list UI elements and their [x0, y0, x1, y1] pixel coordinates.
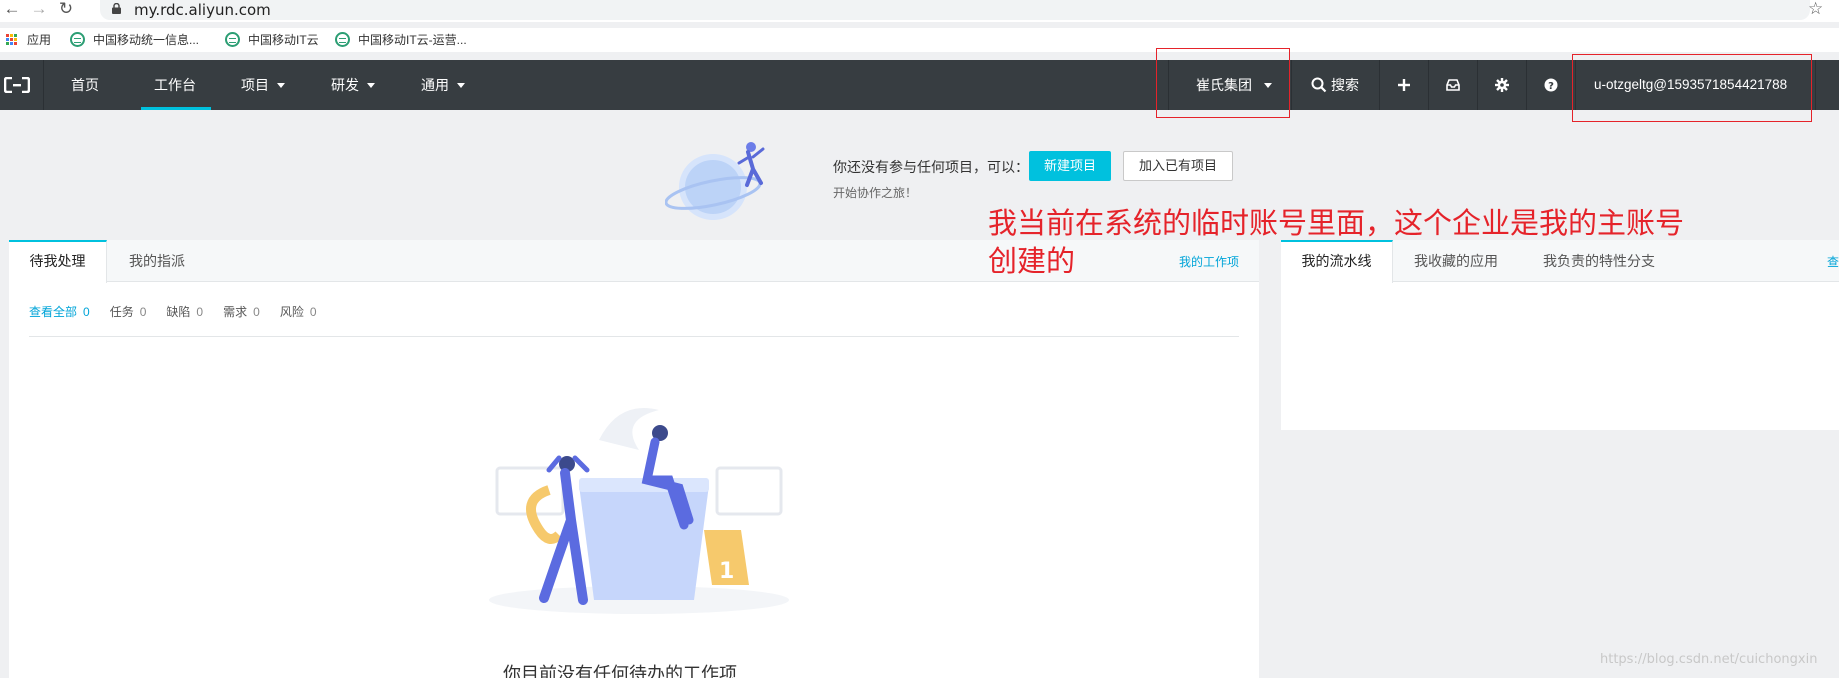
- bookmark-label: 中国移动IT云-运营...: [358, 33, 467, 47]
- help-icon: ?: [1544, 78, 1558, 92]
- forward-arrow-icon[interactable]: →: [29, 0, 49, 20]
- caret-down-icon: [367, 82, 375, 88]
- annotation-box-org: [1156, 48, 1290, 118]
- tab-label: 待我处理: [29, 253, 86, 269]
- bookmark-item[interactable]: 中国移动IT云: [225, 31, 319, 48]
- filter-all[interactable]: 查看全部 0: [29, 303, 90, 320]
- nav-general[interactable]: 通用: [421, 60, 465, 110]
- view-more-link[interactable]: 查: [1827, 253, 1839, 270]
- empty-state-text: 你目前没有任何待办的工作项: [503, 664, 737, 678]
- filter-count: 0: [83, 305, 90, 319]
- help-button[interactable]: ?: [1527, 60, 1575, 110]
- screenshot-annotation: 我当前在系统的临时账号里面，这个企业是我的主账号 创建的: [988, 204, 1684, 280]
- globe-icon: [70, 32, 85, 47]
- aliyun-logo-icon: [4, 77, 30, 93]
- divider: [29, 336, 1239, 337]
- bookmark-label: 应用: [27, 33, 52, 47]
- watermark-text: https://blog.csdn.net/cuichongxin: [1600, 652, 1818, 667]
- filter-count: 0: [139, 305, 147, 319]
- svg-text:1: 1: [719, 559, 734, 584]
- nav-label: 通用: [421, 77, 449, 93]
- apps-grid-icon: [6, 33, 18, 46]
- url-text[interactable]: my.rdc.aliyun.com: [134, 1, 271, 19]
- planet-illustration: [665, 142, 765, 220]
- filter-bug[interactable]: 缺陷 0: [166, 303, 203, 320]
- inbox-icon: [1446, 79, 1460, 91]
- filter-count: 0: [253, 305, 260, 319]
- gear-icon: [1495, 78, 1509, 92]
- new-project-button[interactable]: 新建项目: [1029, 151, 1111, 181]
- filter-label: 缺陷: [166, 305, 191, 319]
- annotation-line: 创建的: [988, 244, 1076, 278]
- nav-workbench[interactable]: 工作台: [154, 60, 196, 110]
- globe-icon: [335, 32, 350, 47]
- nav-dev[interactable]: 研发: [331, 60, 375, 110]
- filter-label: 风险: [279, 305, 304, 319]
- nav-label: 研发: [331, 77, 359, 93]
- reload-icon[interactable]: ↻: [56, 0, 76, 20]
- address-bar[interactable]: [100, 0, 1810, 20]
- caret-down-icon: [277, 82, 285, 88]
- filter-requirement[interactable]: 需求 0: [223, 303, 260, 320]
- annotation-line: 我当前在系统的临时账号里面，这个企业是我的主账号: [988, 206, 1685, 240]
- annotation-box-user: [1572, 54, 1812, 122]
- join-project-button[interactable]: 加入已有项目: [1123, 151, 1233, 181]
- bookmark-label: 中国移动IT云: [248, 33, 319, 47]
- tab-assigned[interactable]: 我的指派: [107, 240, 207, 282]
- search-label: 搜索: [1331, 77, 1359, 93]
- nav-home[interactable]: 首页: [71, 60, 99, 110]
- filter-risk[interactable]: 风险 0: [280, 303, 317, 320]
- search-icon: [1311, 77, 1327, 93]
- filter-count: 0: [196, 305, 204, 319]
- bookmark-apps[interactable]: 应用: [6, 31, 51, 48]
- todo-panel: 待我处理 我的指派 我的工作项 查看全部 0 任务 0 缺陷 0 需求 0 风险 0 1 …: [9, 240, 1259, 678]
- filter-label: 需求: [223, 305, 248, 319]
- create-button[interactable]: [1380, 60, 1428, 110]
- home-logo[interactable]: [0, 60, 44, 110]
- globe-icon: [225, 32, 240, 47]
- back-arrow-icon[interactable]: ←: [2, 0, 22, 20]
- nav-separator: [1815, 60, 1816, 110]
- top-navbar: 首页 工作台 项目 研发 通用 崔氏集团 搜索 ? u-otzgeltg@159…: [0, 60, 1839, 110]
- tab-label: 我的指派: [129, 253, 185, 269]
- filter-label: 任务: [109, 305, 134, 319]
- nav-label: 工作台: [154, 77, 196, 93]
- nav-label: 首页: [71, 77, 99, 93]
- bookmark-item[interactable]: 中国移动统一信息...: [70, 31, 199, 48]
- banner-subtitle: 开始协作之旅！: [833, 186, 918, 200]
- caret-down-icon: [457, 82, 465, 88]
- star-icon[interactable]: ☆: [1808, 0, 1823, 19]
- nav-label: 项目: [241, 77, 269, 93]
- nav-projects[interactable]: 项目: [241, 60, 285, 110]
- lock-icon: [112, 3, 121, 14]
- search-button[interactable]: 搜索: [1311, 60, 1359, 110]
- empty-state-illustration: 1: [489, 408, 789, 614]
- bookmarks-bar: 应用 中国移动统一信息... 中国移动IT云 中国移动IT云-运营...: [0, 28, 1839, 52]
- filter-count: 0: [309, 305, 317, 319]
- bookmark-label: 中国移动统一信息...: [93, 33, 200, 47]
- nav-separator: [1291, 60, 1292, 110]
- plus-icon: [1398, 79, 1410, 91]
- tab-pending[interactable]: 待我处理: [9, 240, 107, 283]
- filter-task[interactable]: 任务 0: [110, 303, 147, 320]
- bookmark-item[interactable]: 中国移动IT云-运营...: [335, 31, 467, 48]
- settings-button[interactable]: [1478, 60, 1526, 110]
- browser-toolbar: ← → ↻ my.rdc.aliyun.com ☆: [0, 0, 1839, 22]
- banner-message: 你还没有参与任何项目，可以：: [833, 159, 1029, 175]
- filter-label: 查看全部: [29, 305, 78, 319]
- workitem-filters: 查看全部 0 任务 0 缺陷 0 需求 0 风险 0: [29, 303, 337, 320]
- inbox-button[interactable]: [1429, 60, 1477, 110]
- svg-text:?: ?: [1548, 81, 1554, 92]
- nav-active-indicator: [141, 107, 211, 110]
